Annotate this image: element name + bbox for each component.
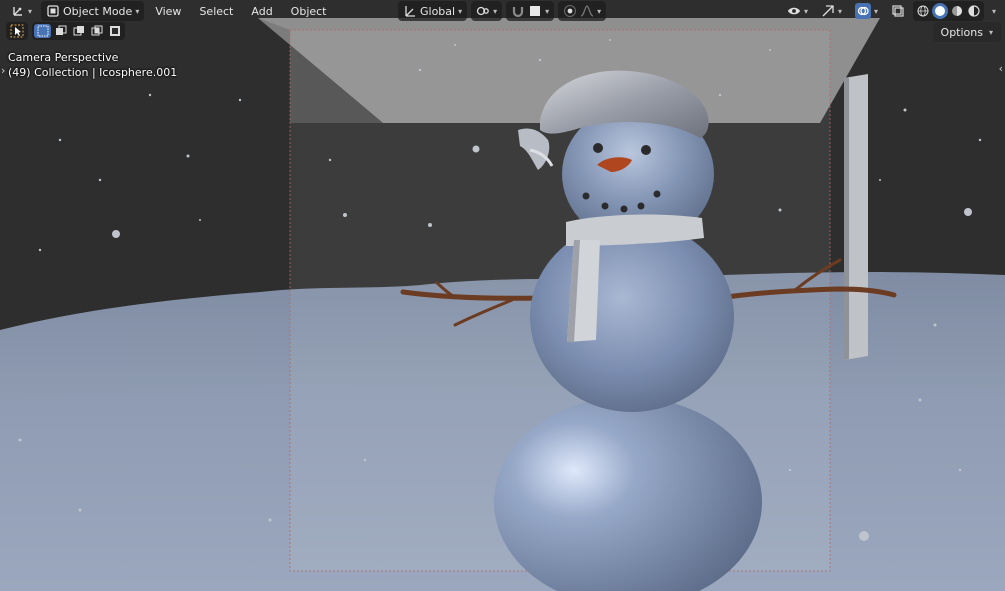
select-invert-icon [109,26,120,36]
select-new-icon [37,25,48,37]
menu-view[interactable]: View [148,1,188,21]
shading-solid-button[interactable] [931,3,948,19]
3d-viewport[interactable]: ▾ Object Mode ▾ View Select Add Object G… [0,0,1005,591]
shading-rendered-button[interactable] [966,3,982,19]
viewport-scene [0,0,1005,591]
chevron-down-icon: ▾ [837,6,842,16]
chevron-down-icon: ▾ [803,6,808,16]
chevron-down-icon: ▾ [493,6,498,16]
shading-wireframe-button[interactable] [915,3,931,19]
select-intersect-button[interactable] [88,24,105,38]
overlays-selector[interactable]: ▾ [850,1,883,21]
chevron-down-icon: ▾ [545,6,550,16]
select-intersect-icon [91,25,102,36]
shading-material-button[interactable] [949,3,965,19]
sidebar-expand-arrow-icon[interactable]: ‹ [999,62,1003,75]
active-tool-button[interactable] [6,22,28,40]
object-mode-icon [46,4,60,18]
chevron-down-icon: ▾ [135,6,140,16]
mode-label: Object Mode [63,4,133,18]
eye-icon [787,4,801,18]
chevron-down-icon: ▾ [988,27,993,37]
chevron-down-icon: ▾ [597,6,602,16]
xray-icon [891,4,905,18]
select-extend-button[interactable] [52,24,69,38]
menu-select[interactable]: Select [192,1,240,21]
snap-toggle[interactable]: ▾ [506,1,555,21]
overlays-icon [854,3,871,19]
active-object-label: (49) Collection | Icosphere.001 [8,66,178,79]
transform-orientation-selector[interactable]: Global ▾ [398,1,468,21]
options-dropdown[interactable]: Options ▾ [932,22,1001,42]
viewport-header: ▾ Object Mode ▾ View Select Add Object G… [0,0,1005,22]
magnet-icon [511,4,525,18]
shading-options-dropdown[interactable]: ▾ [987,1,1001,21]
tool-header [6,22,125,40]
toolbar-expand-arrow-icon[interactable]: › [1,64,5,77]
falloff-curve-icon [580,4,594,18]
select-invert-button[interactable] [106,24,123,38]
chevron-down-icon: ▾ [28,6,33,16]
gizmo-icon [821,4,835,18]
proportional-editing-toggle[interactable]: ▾ [558,1,607,21]
pivot-link-icon [476,4,490,18]
chevron-down-icon: ▾ [873,6,878,16]
orientation-axes-icon [403,4,417,18]
pivot-point-selector[interactable]: ▾ [471,1,503,21]
proportional-dot-icon [563,4,577,18]
options-label: Options [940,25,983,39]
transform-orientation-label: Global [420,4,456,18]
solid-sphere-icon [934,6,945,16]
viewport-perspective-label: Camera Perspective [8,51,119,64]
menu-object[interactable]: Object [284,1,334,21]
gizmo-selector[interactable]: ▾ [816,1,847,21]
axes-gizmo-icon [11,4,25,18]
chevron-down-icon: ▾ [458,6,463,16]
select-subtract-button[interactable] [70,24,87,38]
wireframe-sphere-icon [917,5,929,17]
select-extend-icon [55,25,66,35]
selection-mode-group [32,22,125,40]
mode-selector[interactable]: Object Mode ▾ [41,1,145,21]
material-sphere-icon [951,6,962,16]
editor-type-button[interactable]: ▾ [6,1,37,21]
visibility-selector[interactable]: ▾ [782,1,813,21]
shading-mode-group [912,1,984,21]
xray-toggle[interactable] [886,1,910,21]
snap-target-icon [528,4,542,18]
chevron-down-icon: ▾ [991,6,996,16]
select-cursor-icon [10,24,24,38]
select-subtract-icon [73,26,84,36]
select-new-button[interactable] [34,24,51,38]
menu-add[interactable]: Add [244,1,279,21]
rendered-sphere-icon [968,5,980,17]
